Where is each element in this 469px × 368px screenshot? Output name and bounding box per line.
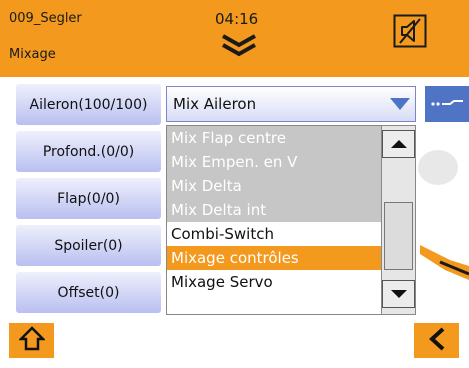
connector-icon (430, 95, 464, 114)
list-item: Mix Flap centre (167, 126, 381, 150)
dropdown-list: Mix Flap centre Mix Empen. en V Mix Delt… (166, 125, 416, 315)
dropdown-arrow-icon[interactable] (383, 86, 416, 122)
model-name: 009_Segler (9, 11, 82, 26)
scrollbar[interactable] (381, 126, 415, 314)
sidebar-item-offset[interactable]: Offset(0) (16, 272, 161, 313)
back-button[interactable] (414, 323, 459, 358)
list-item: Mix Delta (167, 174, 381, 198)
scroll-up-button[interactable] (382, 130, 415, 158)
list-item[interactable]: Combi-Switch (167, 222, 381, 246)
list-item: Mix Delta int (167, 198, 381, 222)
sidebar-item-flap[interactable]: Flap(0/0) (16, 178, 161, 219)
speaker-muted-icon[interactable] (393, 14, 427, 52)
list-item-selected[interactable]: Mixage contrôles (167, 246, 381, 270)
clock: 04:16 (215, 10, 259, 28)
connector-button[interactable] (425, 86, 469, 122)
header-bar: 009_Segler Mixage 04:16 (0, 0, 469, 77)
home-icon (17, 325, 46, 356)
scroll-down-button[interactable] (382, 280, 415, 308)
scrollbar-thumb[interactable] (384, 202, 413, 270)
screen-title: Mixage (9, 47, 56, 62)
sidebar-item-aileron[interactable]: Aileron(100/100) (16, 84, 161, 125)
list-item: Mix Empen. en V (167, 150, 381, 174)
mix-type-dropdown[interactable]: Mix Aileron (166, 86, 416, 122)
background-decoration (418, 150, 458, 185)
home-button[interactable] (9, 323, 54, 358)
list-item[interactable]: Mixage Servo (167, 270, 381, 294)
double-chevron-down-icon[interactable] (219, 33, 259, 61)
background-decoration (420, 245, 469, 280)
sidebar-item-profond[interactable]: Profond.(0/0) (16, 131, 161, 172)
dropdown-selected-value: Mix Aileron (173, 95, 257, 113)
sidebar-item-spoiler[interactable]: Spoiler(0) (16, 225, 161, 266)
back-chevron-icon (427, 327, 447, 355)
